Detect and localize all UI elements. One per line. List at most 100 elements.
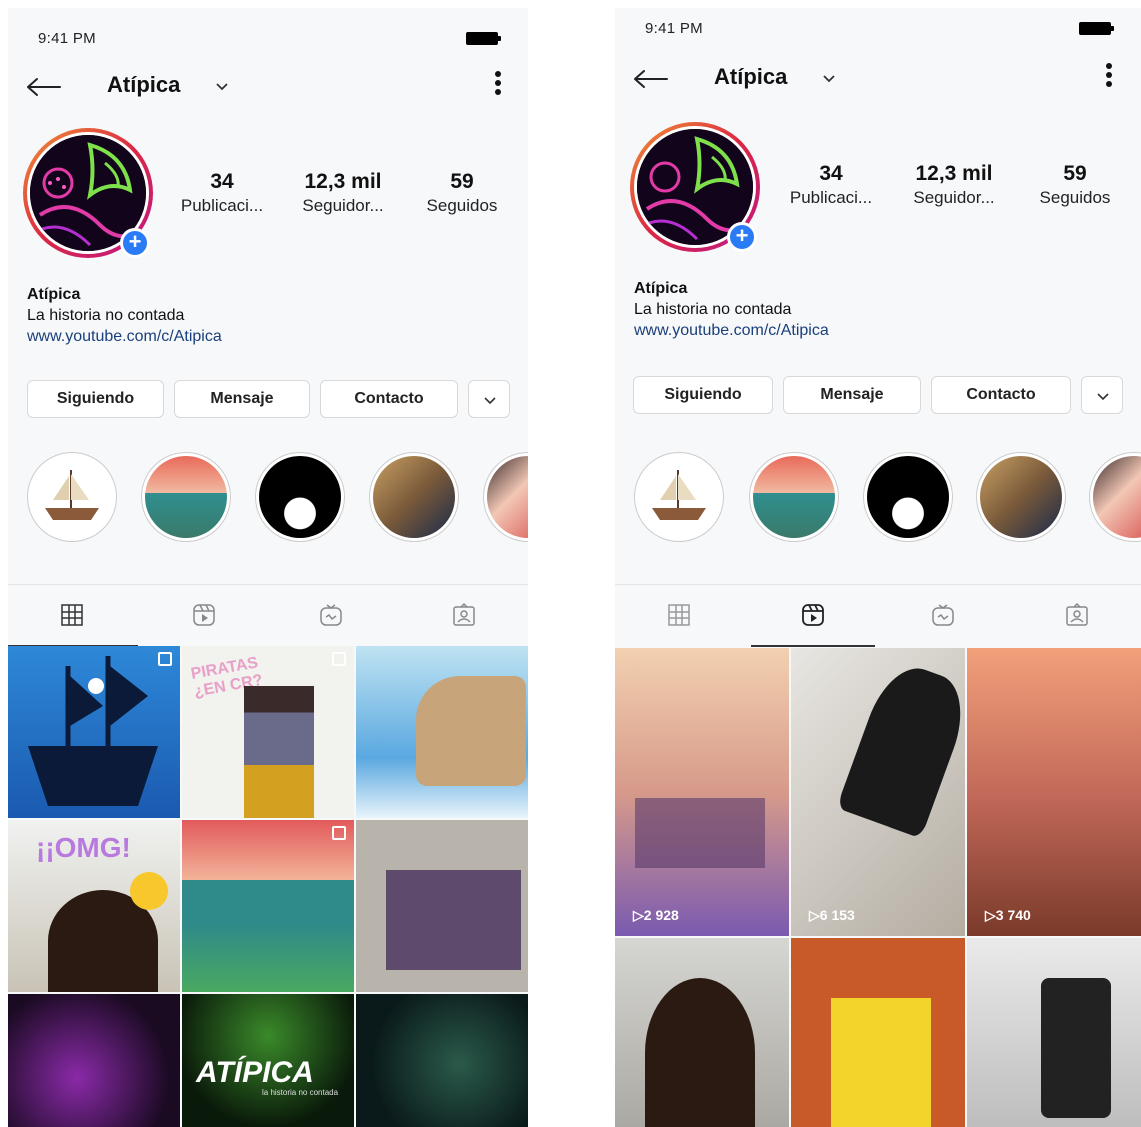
post-neon-purple[interactable] [8,994,180,1127]
highlight-astronaut[interactable] [369,452,459,542]
stat-followers[interactable]: 12,3 mil Seguidor... [899,162,1009,208]
bio-tagline: La historia no contada [27,307,185,324]
profile-username[interactable]: Atípica [714,64,787,90]
igtv-icon[interactable] [319,603,343,627]
top-bar: Atípica [8,66,528,106]
grid-icon[interactable] [667,603,691,627]
reel-view-count: ▷3 740 [985,907,1031,924]
post-atipica-logo[interactable]: ATÍPICA la historia no contada [182,994,354,1127]
contact-button[interactable]: Contacto [320,380,458,418]
more-vertical-icon[interactable] [494,70,502,96]
reel-girl[interactable] [615,938,789,1127]
shirt-figure [831,998,931,1127]
multiple-posts-icon [158,652,172,666]
play-icon: ▷ [633,907,644,923]
followers-label: Seguidor... [913,188,995,207]
tagged-icon[interactable] [1065,603,1089,627]
stat-followers[interactable]: 12,3 mil Seguidor... [288,170,398,216]
phone-device [1041,978,1111,1118]
reels-icon[interactable] [801,603,825,627]
view-count-text: 6 153 [819,907,855,923]
message-button[interactable]: Mensaje [783,376,921,414]
reel-ship-deck[interactable]: ▷3 740 [967,648,1141,936]
post-book-reader[interactable] [356,820,528,992]
top-bar: Atípica [615,58,1141,98]
bio-name: Atípica [634,280,688,297]
ship-illustration [652,470,706,520]
reels-icon[interactable] [192,603,216,627]
girl-figure [645,978,755,1127]
battery-icon [1079,22,1114,35]
reel-yellow-shirt[interactable] [791,938,965,1127]
video-icon [332,652,346,666]
chevron-down-icon [1097,393,1109,401]
view-count-text: 3 740 [995,907,1031,923]
tagged-icon[interactable] [452,603,476,627]
atipica-logo-subtext: la historia no contada [262,1088,339,1097]
active-tab-indicator [751,645,875,647]
stat-following[interactable]: 59 Seguidos [1020,162,1130,208]
profile-tabs [615,584,1141,647]
highlight-ship[interactable] [634,452,724,542]
post-pirate-ship[interactable] [8,646,180,818]
add-story-icon[interactable]: + [120,228,150,258]
add-story-icon[interactable]: + [727,222,757,252]
battery-icon [466,32,501,45]
omg-text: ¡¡OMG! [36,832,131,863]
chevron-down-icon[interactable] [821,70,837,86]
band-figures [635,798,765,868]
multiple-posts-icon [332,826,346,840]
highlight-face[interactable] [863,452,953,542]
post-piratas-cr[interactable]: PIRATAS ¿EN CR? [182,646,354,818]
pirate-ship-illustration [28,656,158,806]
following-button[interactable]: Siguiendo [27,380,164,418]
following-button[interactable]: Siguiendo [633,376,773,414]
view-count-text: 2 928 [643,907,679,923]
profile-bio: Atípica La historia no contada www.youtu… [634,278,829,341]
highlight-face[interactable] [255,452,345,542]
man-figure [244,686,314,818]
reel-band[interactable]: ▷2 928 [615,648,789,936]
suggestions-dropdown-button[interactable] [468,380,510,418]
posts-count: 34 [819,162,843,185]
following-count: 59 [1063,162,1087,185]
highlight-train[interactable] [141,452,231,542]
highlight-ship[interactable] [27,452,117,542]
stat-following[interactable]: 59 Seguidos [407,170,517,216]
following-count: 59 [450,170,474,193]
stat-posts[interactable]: 34 Publicaci... [776,162,886,208]
ship-illustration [45,470,99,520]
post-omg[interactable]: ¡¡OMG! [8,820,180,992]
post-neon-leaves[interactable] [356,994,528,1127]
bio-link[interactable]: www.youtube.com/c/Atipica [27,326,222,347]
more-vertical-icon[interactable] [1105,62,1113,88]
grid-icon[interactable] [60,603,84,627]
reel-phone-tripod[interactable] [967,938,1141,1127]
status-time: 9:41 PM [38,30,96,47]
emoji-icon [130,872,168,910]
highlight-woman[interactable] [483,452,528,542]
post-train[interactable] [182,820,354,992]
igtv-icon[interactable] [931,603,955,627]
message-button[interactable]: Mensaje [174,380,310,418]
bio-link[interactable]: www.youtube.com/c/Atipica [634,320,829,341]
followers-label: Seguidor... [302,196,384,215]
highlight-astronaut[interactable] [976,452,1066,542]
highlight-woman[interactable] [1089,452,1141,542]
reel-view-count: ▷6 153 [809,907,855,924]
play-icon: ▷ [809,907,820,923]
chevron-down-icon[interactable] [214,78,230,94]
profile-screen-grid: 9:41 PM Atípica + 34 Publicaci... 12,3 m… [8,8,528,1127]
following-label: Seguidos [1039,188,1111,207]
back-arrow-icon[interactable] [26,76,62,98]
contact-button[interactable]: Contacto [931,376,1071,414]
profile-screen-reels: 9:41 PM Atípica + 34 Publicaci... 12,3 m… [615,8,1141,1127]
back-arrow-icon[interactable] [633,68,669,90]
highlight-train[interactable] [749,452,839,542]
stat-posts[interactable]: 34 Publicaci... [167,170,277,216]
post-ship-figurehead[interactable] [356,646,528,818]
suggestions-dropdown-button[interactable] [1081,376,1123,414]
profile-username[interactable]: Atípica [107,72,180,98]
profile-tabs [8,584,528,647]
reel-boy-mask[interactable]: ▷6 153 [791,648,965,936]
